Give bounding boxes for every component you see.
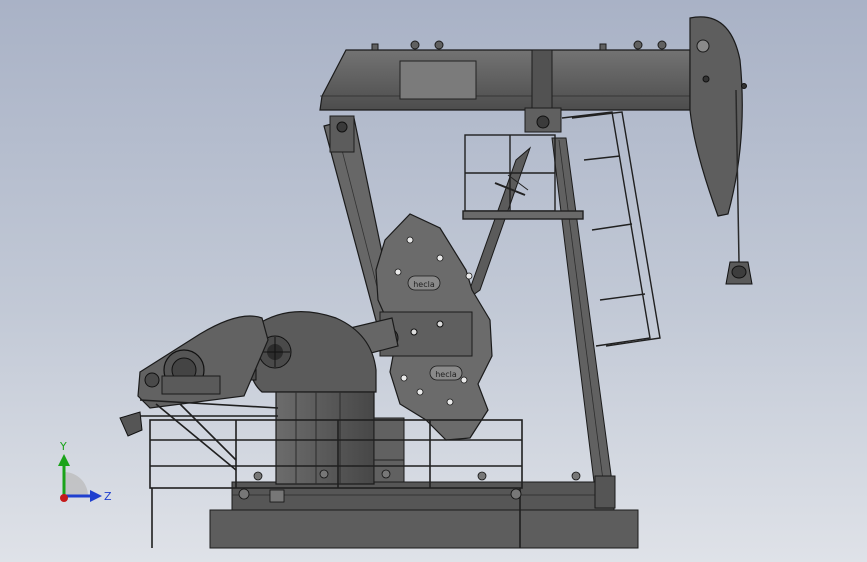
triad-axes: Y Z [58,440,112,503]
y-axis-label: Y [59,440,67,453]
x-axis-origin-icon [60,494,68,502]
z-axis-arrow-icon [90,490,102,502]
triad-quadrant-fill [64,472,88,496]
counterweight-label-upper: hecla [413,280,435,289]
coordinate-triad: Y Z [44,438,124,518]
bridle-hanger [725,261,753,285]
y-axis-arrow-icon [58,454,70,466]
horsehead [689,16,753,285]
z-axis-label: Z [104,490,112,503]
walking-beam [319,40,691,133]
counterweight-label-lower: hecla [435,370,457,379]
cad-viewport[interactable]: hecla hecla Y Z [0,0,867,562]
pumpjack-model[interactable]: hecla hecla [0,0,867,562]
